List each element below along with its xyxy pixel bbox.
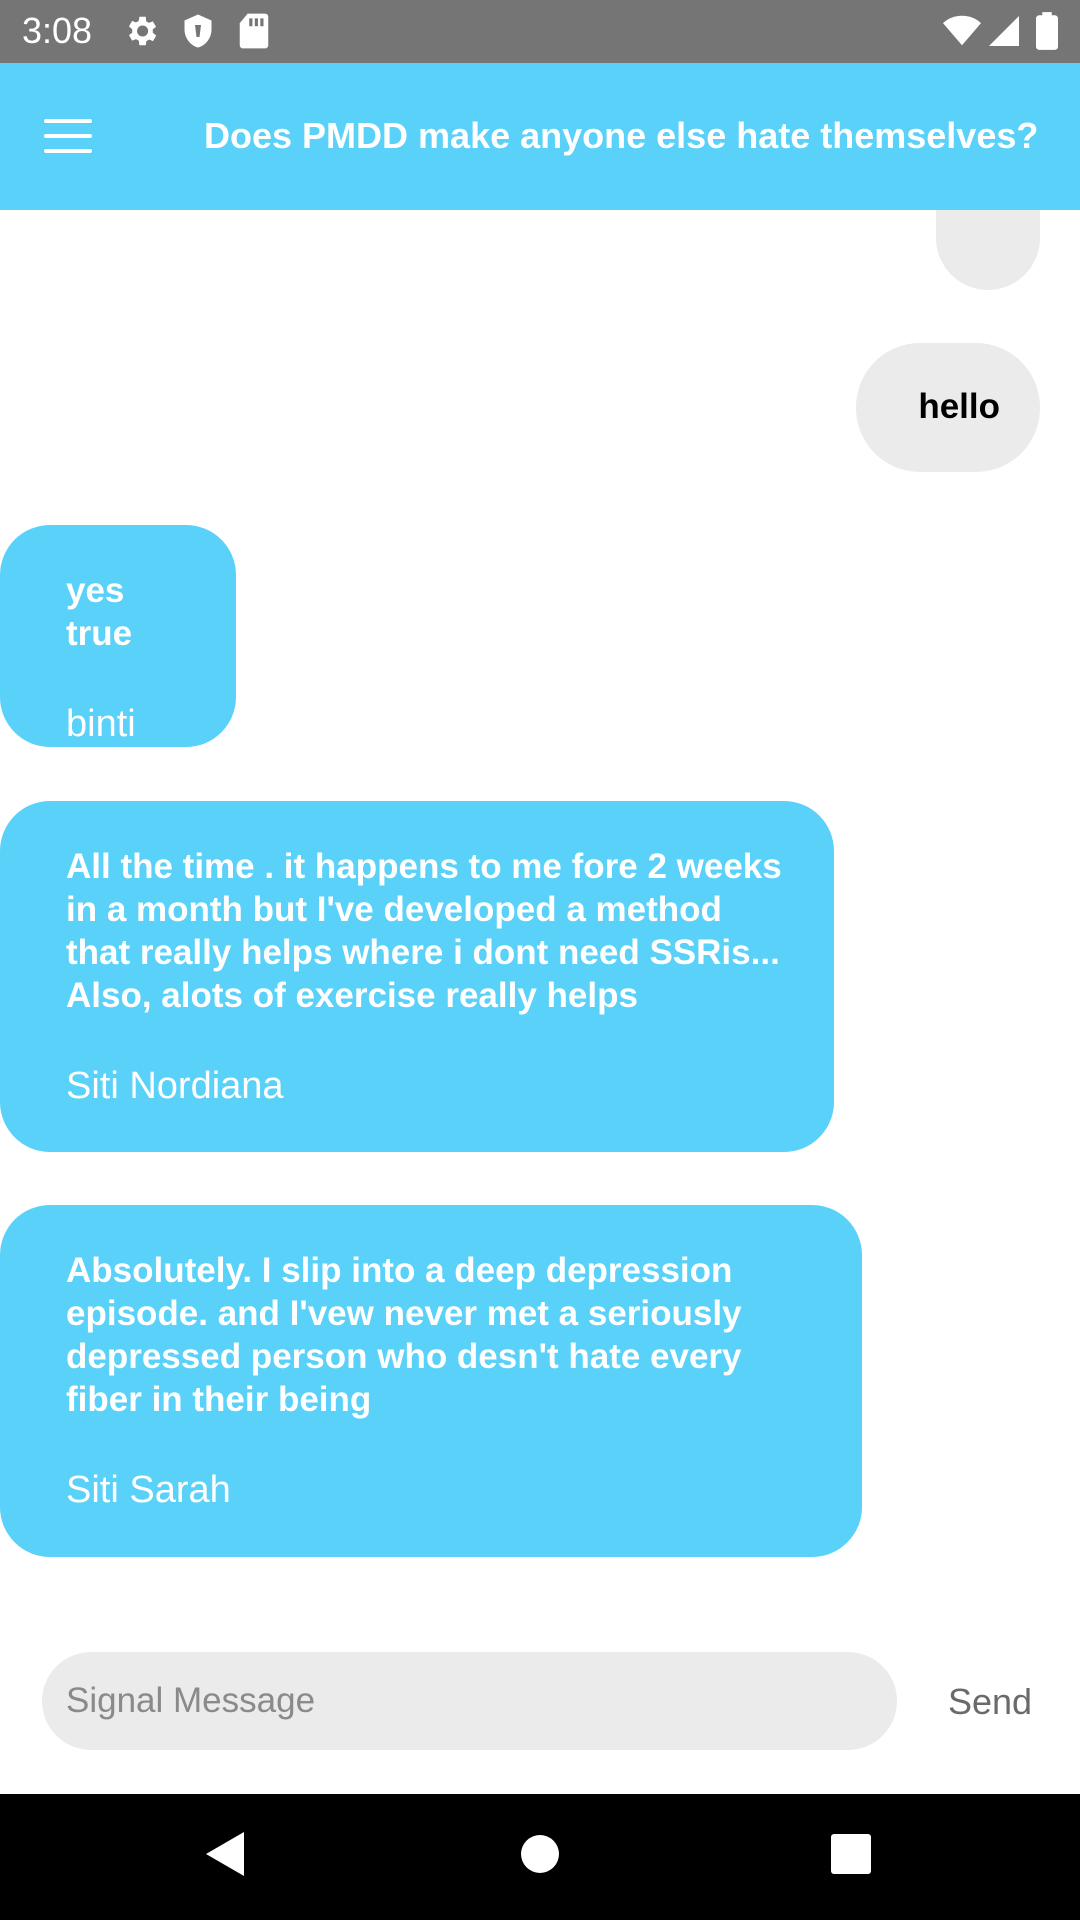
- app-bar: Does PMDD make anyone else hate themselv…: [0, 63, 1080, 210]
- hamburger-menu-icon[interactable]: [44, 119, 92, 153]
- message-author: binti: [66, 703, 136, 745]
- message-text: All the time . it happens to me fore 2 w…: [66, 847, 782, 1015]
- incoming-message-bubble[interactable]: Absolutely. I slip into a deep depressio…: [0, 1205, 862, 1557]
- message-text: hello: [918, 387, 1000, 426]
- home-icon[interactable]: [520, 1834, 560, 1879]
- message-input[interactable]: [66, 1652, 866, 1750]
- incoming-message-bubble[interactable]: All the time . it happens to me fore 2 w…: [0, 801, 834, 1152]
- message-text: Absolutely. I slip into a deep depressio…: [66, 1251, 742, 1419]
- wifi-icon: [942, 12, 982, 55]
- page-title: Does PMDD make anyone else hate themselv…: [204, 115, 1039, 156]
- message-input-container: [42, 1652, 897, 1750]
- outgoing-message-bubble[interactable]: hello: [856, 343, 1040, 472]
- recents-icon[interactable]: [831, 1834, 871, 1879]
- send-button[interactable]: Send: [948, 1680, 1032, 1724]
- battery-icon: [1036, 12, 1058, 55]
- sd-card-icon: [238, 12, 270, 55]
- status-time: 3:08: [22, 10, 93, 51]
- settings-gear-icon: [122, 12, 160, 55]
- outgoing-message-bubble[interactable]: [936, 210, 1040, 290]
- cellular-signal-icon: [986, 12, 1022, 55]
- message-list[interactable]: hello yes true binti All the time . it h…: [0, 210, 1080, 1650]
- message-text: yes true: [66, 571, 133, 653]
- message-author: Siti Nordiana: [66, 1065, 284, 1107]
- navigation-bar: [0, 1794, 1080, 1920]
- back-icon[interactable]: [204, 1830, 246, 1883]
- message-author: Siti Sarah: [66, 1469, 231, 1511]
- status-bar: 3:08: [0, 0, 1080, 63]
- incoming-message-bubble[interactable]: yes true binti: [0, 525, 236, 747]
- shield-icon: [180, 12, 216, 55]
